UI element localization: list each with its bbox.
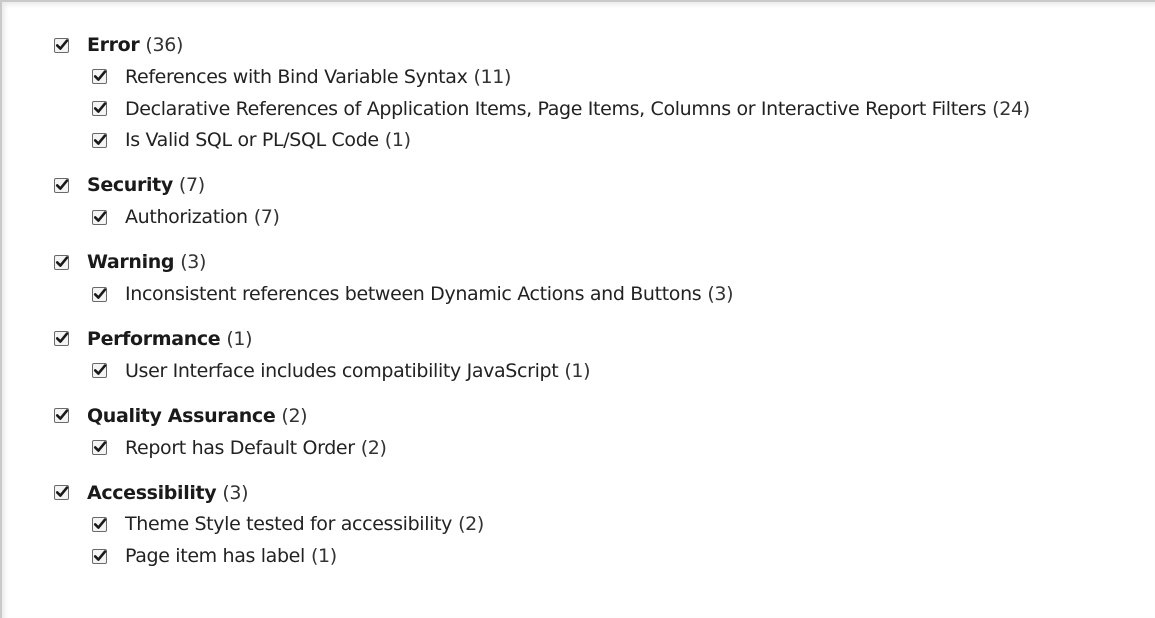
check-item-row: Page item has label (1) [54,540,1144,572]
category-checkbox[interactable] [54,177,69,193]
check-item-count: (3) [707,283,734,306]
check-item-label[interactable]: Inconsistent references between Dynamic … [125,283,702,305]
check-item-row: User Interface includes compatibility Ja… [54,355,1144,387]
category-label[interactable]: Error [87,34,140,56]
category-row: Accessibility (3) [54,477,1144,509]
check-item-label[interactable]: Authorization [125,206,248,228]
check-item-label[interactable]: Is Valid SQL or PL/SQL Code [125,129,379,151]
check-item-count: (1) [564,359,591,382]
check-item-count: (11) [473,65,512,88]
category-label[interactable]: Quality Assurance [87,405,276,427]
check-item-row: Theme Style tested for accessibility (2) [54,509,1144,541]
check-item-checkbox[interactable] [92,132,107,148]
check-item-label[interactable]: References with Bind Variable Syntax [125,66,468,88]
check-item-label[interactable]: Theme Style tested for accessibility [125,513,452,535]
category-row: Warning (3) [54,246,1144,278]
category-label[interactable]: Security [87,174,173,196]
check-item-checkbox[interactable] [92,286,107,302]
check-item-checkbox[interactable] [92,363,107,379]
category-count: (7) [178,174,205,197]
category-checkbox[interactable] [54,485,69,501]
check-item-checkbox[interactable] [92,548,107,564]
category-label[interactable]: Accessibility [87,482,217,504]
check-item-checkbox[interactable] [92,101,107,117]
category-count: (1) [226,327,253,350]
category-checkbox[interactable] [54,408,69,424]
category-group: Warning (3) Inconsistent references betwee… [54,246,1144,310]
check-item-checkbox[interactable] [92,440,107,456]
check-item-count: (7) [253,206,280,229]
category-checkbox[interactable] [54,254,69,270]
check-item-count: (24) [992,97,1030,120]
category-count: (3) [180,251,207,274]
category-group: Quality Assurance (2) Report has Default O… [54,400,1144,464]
category-count: (36) [145,34,184,56]
check-item-count: (1) [384,129,411,152]
check-item-row: References with Bind Variable Syntax (11) [54,61,1144,93]
check-item-label[interactable]: Declarative References of Application It… [125,98,987,120]
check-item-label[interactable]: User Interface includes compatibility Ja… [125,360,559,382]
check-item-count: (1) [310,545,337,568]
category-count: (2) [281,404,308,427]
category-group: Performance (1) User Interface includes co… [54,323,1144,387]
category-row: Error (36) [54,29,1144,61]
check-item-checkbox[interactable] [92,69,107,85]
check-item-row: Authorization (7) [54,201,1144,233]
check-item-label[interactable]: Report has Default Order [125,437,355,459]
category-checkbox[interactable] [54,331,69,347]
check-item-checkbox[interactable] [92,516,107,532]
check-item-row: Declarative References of Application It… [54,93,1144,125]
category-row: Performance (1) [54,323,1144,355]
category-label[interactable]: Performance [87,328,221,350]
category-label[interactable]: Warning [87,251,175,273]
category-count: (3) [222,481,249,504]
category-row: Quality Assurance (2) [54,400,1144,432]
advisor-checks-tree: Error (36) References with Bind Variable S… [54,29,1144,585]
check-item-checkbox[interactable] [92,209,107,225]
check-item-row: Inconsistent references between Dynamic … [54,278,1144,310]
category-checkbox[interactable] [54,37,69,53]
check-item-count: (2) [360,436,387,459]
check-item-row: Report has Default Order (2) [54,432,1144,464]
category-group: Security (7) Authorization (7) [54,169,1144,233]
check-item-label[interactable]: Page item has label [125,545,305,567]
check-item-count: (2) [458,513,484,536]
check-item-row: Is Valid SQL or PL/SQL Code (1) [54,125,1144,157]
category-group: Accessibility (3) Theme Style tested for a… [54,477,1144,573]
category-row: Security (7) [54,169,1144,201]
category-group: Error (36) References with Bind Variable S… [54,29,1144,156]
